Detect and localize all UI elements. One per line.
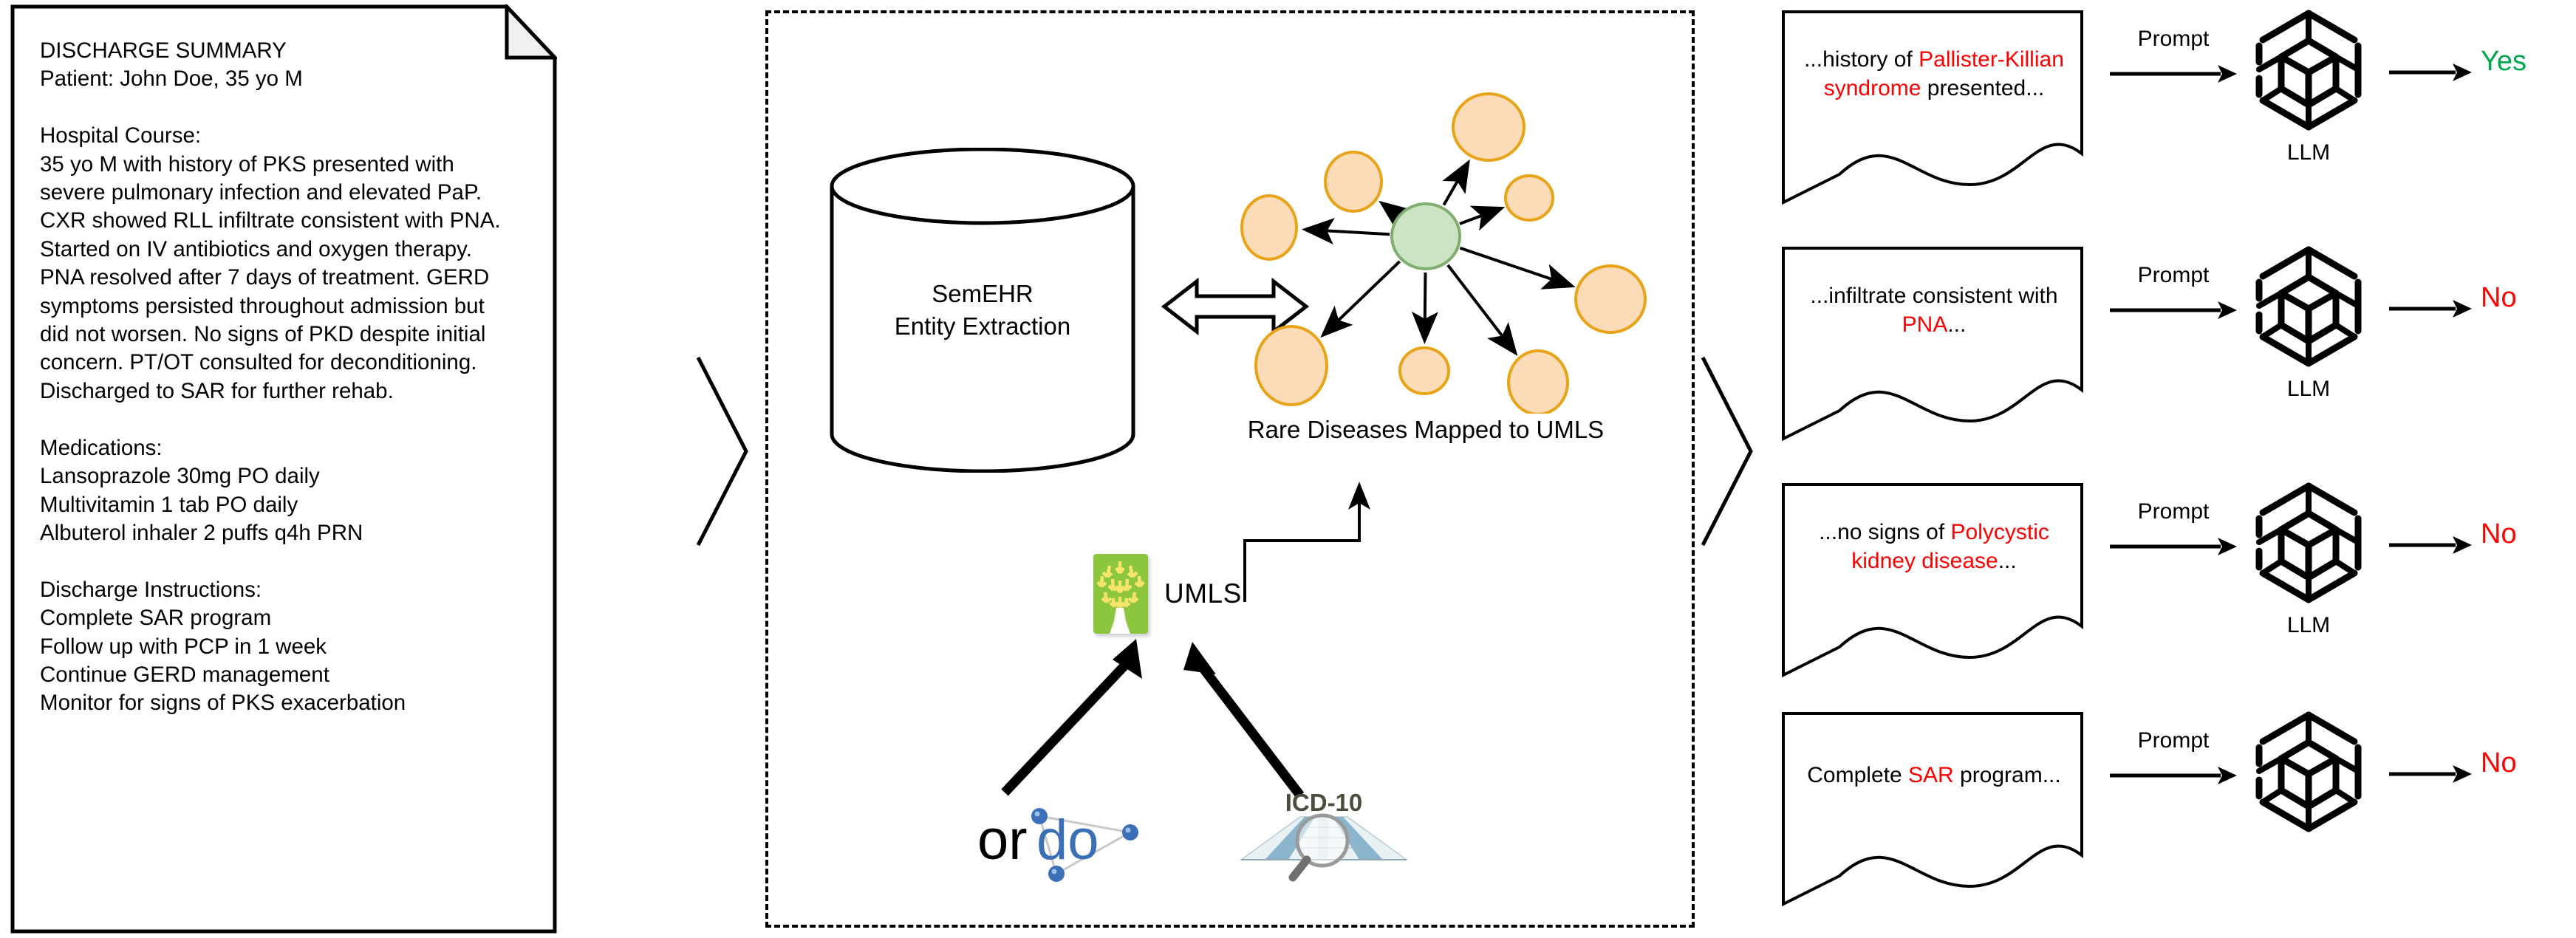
llm-model-icon: [2253, 709, 2364, 835]
verdict-label: No: [2481, 282, 2517, 313]
llm-cube-icon: [2255, 10, 2362, 131]
rare-disease-node: [1240, 194, 1298, 261]
verdict-label: No: [2481, 747, 2517, 778]
rare-disease-node-graph: [1234, 15, 1677, 416]
snippet-prefix: ...no signs of: [1819, 519, 1951, 544]
elbow-line: [1243, 501, 1361, 602]
rare-disease-node: [1398, 346, 1450, 395]
llm-evaluation-row: Complete SAR program... Prompt No: [1773, 702, 2576, 923]
llm-evaluation-row: ...infiltrate consistent with PNA... Prom…: [1773, 236, 2576, 458]
icd10-label: ICD-10: [1285, 789, 1363, 816]
flow-arrow-icon: [2110, 767, 2237, 784]
flow-arrow-icon: [2110, 301, 2237, 319]
icd10-logo: ICD-10: [1235, 774, 1412, 892]
central-concept-node: [1390, 202, 1461, 270]
snippet-prefix: ...infiltrate consistent with: [1810, 283, 2058, 308]
output-arrow: [2386, 759, 2475, 789]
semehr-database-cylinder: SemEHR Entity Extraction: [827, 147, 1138, 473]
snippet-suffix: presented...: [1921, 75, 2045, 100]
snippet-prefix: ...history of: [1804, 47, 1919, 72]
llm-model-icon: [2253, 480, 2364, 606]
rare-disease-node: [1507, 349, 1569, 416]
llm-model-icon: [2253, 7, 2364, 133]
llm-label: LLM: [2286, 613, 2331, 637]
llm-evaluation-row: ...history of Pallister-Killian syndrome…: [1773, 0, 2576, 222]
llm-model-icon: [2253, 244, 2364, 369]
graph-edge: [1378, 200, 1413, 231]
verdict-label: Yes: [2481, 46, 2527, 77]
snippet-suffix: program...: [1953, 763, 2061, 787]
discharge-summary-text: DISCHARGE SUMMARY Patient: John Doe, 35 …: [40, 38, 501, 716]
snippet-suffix: ...: [1998, 548, 2017, 573]
evidence-snippet: ...no signs of Polycystic kidney disease…: [1780, 482, 2085, 679]
svg-text:or: or: [977, 809, 1028, 872]
semehr-label-line1: SemEHR: [932, 280, 1034, 307]
umls-label: UMLS: [1164, 578, 1242, 609]
prompt-label: Prompt: [2137, 27, 2210, 51]
magnifier-icon: [1288, 813, 1350, 882]
umls-ontology-row: UMLS: [1093, 554, 1242, 634]
snippet-prefix: Complete: [1807, 763, 1908, 787]
prompt-label: Prompt: [2137, 728, 2210, 753]
llm-cube-icon: [2255, 711, 2362, 832]
prompt-arrow: [2107, 295, 2240, 325]
llm-cube-icon: [2255, 246, 2362, 367]
snippet-highlight: PNA: [1902, 312, 1948, 337]
rare-disease-node: [1254, 325, 1328, 406]
snippet-text: ...history of Pallister-Killian syndrome…: [1797, 9, 2071, 138]
prompt-arrow: [2107, 59, 2240, 89]
semehr-label-line2: Entity Extraction: [894, 312, 1071, 340]
prompt-label: Prompt: [2137, 263, 2210, 287]
output-arrow: [2386, 294, 2475, 323]
prompt-label: Prompt: [2137, 499, 2210, 524]
graph-edge: [1411, 272, 1438, 345]
graph-edge: [1301, 218, 1390, 244]
umls-to-graph-arrow: [1241, 480, 1448, 606]
verdict-label: No: [2481, 518, 2517, 550]
snippet-text: ...no signs of Polycystic kidney disease…: [1797, 482, 2071, 611]
graph-edge: [1459, 246, 1576, 290]
node-graph-svg: [1240, 92, 1647, 416]
flow-arrow-icon: [2110, 65, 2237, 83]
snippet-suffix: ...: [1947, 312, 1967, 337]
snippet-text: Complete SAR program...: [1797, 711, 2071, 840]
node-graph-nodes: [1240, 92, 1647, 416]
prompt-arrow: [2107, 761, 2240, 790]
rare-disease-node: [1504, 174, 1554, 222]
flow-arrow-icon: [2110, 538, 2237, 555]
llm-label: LLM: [2286, 140, 2331, 165]
flow-arrow-icon: [2389, 64, 2472, 81]
umls-tree-logo-icon: [1093, 554, 1148, 634]
prompt-arrow: [2107, 532, 2240, 561]
output-arrow: [2386, 530, 2475, 560]
ordo-arrow-line: [1001, 656, 1134, 796]
snippet-text: ...infiltrate consistent with PNA...: [1797, 245, 2071, 374]
chevron-right-icon: [1701, 356, 1753, 547]
chevron-right-icon: [696, 356, 748, 547]
rare-disease-node: [1574, 264, 1647, 334]
flow-arrow-icon: [2389, 536, 2472, 554]
snippet-highlight: SAR: [1907, 763, 1954, 787]
llm-label: LLM: [2286, 377, 2331, 401]
flow-arrow-icon: [2389, 765, 2472, 783]
icd-arrow-head-icon: [1183, 642, 1216, 674]
rare-disease-graph-caption: Rare Diseases Mapped to UMLS: [1247, 416, 1605, 443]
llm-cube-icon: [2255, 482, 2362, 603]
semehr-database-label: SemEHR Entity Extraction: [827, 148, 1138, 473]
ordo-logo: or do: [971, 794, 1156, 886]
graph-edge: [1320, 260, 1401, 338]
graph-edge: [1446, 264, 1518, 356]
evidence-snippet: Complete SAR program...: [1780, 711, 2085, 908]
llm-evaluation-row: ...no signs of Polycystic kidney disease…: [1773, 473, 2576, 694]
output-arrow: [2386, 58, 2475, 87]
flow-arrow-icon: [2389, 300, 2472, 318]
graph-edge: [1459, 205, 1506, 231]
evidence-snippet: ...infiltrate consistent with PNA...: [1780, 245, 2085, 443]
graph-edge: [1442, 159, 1470, 206]
rare-disease-node: [1324, 151, 1383, 213]
evidence-snippet: ...history of Pallister-Killian syndrome…: [1780, 9, 2085, 207]
rare-disease-node: [1452, 92, 1526, 162]
discharge-summary-document: DISCHARGE SUMMARY Patient: John Doe, 35 …: [10, 4, 557, 934]
